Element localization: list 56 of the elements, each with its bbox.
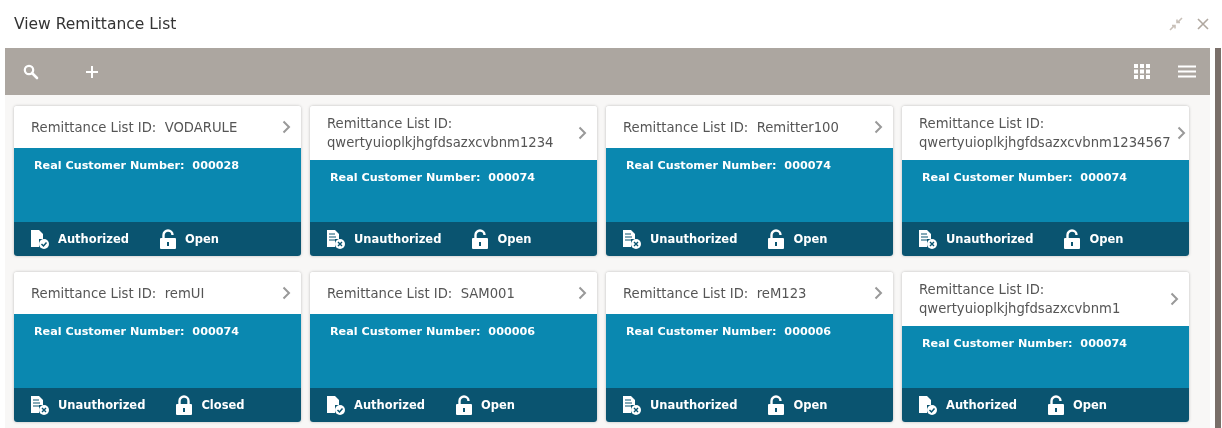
auth-status: Unauthorized [650, 398, 738, 412]
remittance-card[interactable]: Remittance List ID: qwertyuioplkjhgfdsazxcvbnm1234 Real Customer Number: 000074 Unauthorized Open [310, 106, 597, 256]
lock-status: Open [185, 232, 219, 246]
remittance-id: Remittance List ID: qwertyuioplkjhgfdsazxcvbnm1234 [327, 115, 555, 152]
customer-number: Real Customer Number: 000074 [922, 171, 1128, 184]
chevron-right-icon[interactable] [874, 286, 883, 300]
chevron-right-icon[interactable] [578, 286, 587, 300]
lock-status: Closed [201, 398, 245, 412]
auth-status: Unauthorized [946, 232, 1034, 246]
auth-status: Unauthorized [58, 398, 146, 412]
remittance-card[interactable]: Remittance List ID: remUI Real Customer Number: 000074 Unauthorized Closed [14, 272, 301, 422]
remittance-id: Remittance List ID: qwertyuioplkjhgfdsazxcvbnm1234567 [919, 115, 1171, 152]
search-icon[interactable] [23, 63, 39, 80]
chevron-right-icon[interactable] [282, 286, 291, 300]
remittance-id: Remittance List ID: remUI [31, 284, 206, 303]
remittance-card[interactable]: Remittance List ID: VODARULE Real Customer Number: 000028 Authorized Open [14, 106, 301, 256]
lock-status: Open [497, 232, 532, 246]
customer-number: Real Customer Number: 000006 [626, 325, 832, 338]
chevron-right-icon[interactable] [1170, 292, 1179, 306]
remittance-card[interactable]: Remittance List ID: qwertyuioplkjhgfdsazxcvbnm1234567 Real Customer Number: 000074 Unauthorized Open [902, 106, 1189, 256]
auth-status: Authorized [58, 232, 129, 246]
window-title: View Remittance List [14, 15, 178, 33]
auth-status: Unauthorized [650, 232, 738, 246]
lock-status: Open [793, 232, 828, 246]
remittance-id: Remittance List ID: reM123 [623, 284, 808, 303]
scrollbar[interactable] [1215, 48, 1221, 428]
auth-status: Unauthorized [354, 232, 442, 246]
chevron-right-icon[interactable] [874, 120, 883, 134]
customer-number: Real Customer Number: 000006 [330, 325, 536, 338]
remittance-id: Remittance List ID: SAM001 [327, 284, 516, 303]
remittance-card[interactable]: Remittance List ID: qwertyuioplkjhgfdsazxcvbnm1 Real Customer Number: 000074 Authorized Open [902, 272, 1189, 422]
customer-number: Real Customer Number: 000028 [34, 159, 240, 172]
customer-number: Real Customer Number: 000074 [330, 171, 536, 184]
customer-number: Real Customer Number: 000074 [34, 325, 240, 338]
remittance-card[interactable]: Remittance List ID: SAM001 Real Customer Number: 000006 Authorized Open [310, 272, 597, 422]
lock-status: Open [793, 398, 828, 412]
remittance-id: Remittance List ID: qwertyuioplkjhgfdsazxcvbnm1 [919, 281, 1122, 318]
lock-status: Open [481, 398, 515, 412]
minimize-icon[interactable] [1169, 17, 1183, 31]
auth-status: Authorized [354, 398, 425, 412]
customer-number: Real Customer Number: 000074 [626, 159, 832, 172]
chevron-right-icon[interactable] [578, 126, 587, 140]
customer-number: Real Customer Number: 000074 [922, 337, 1128, 350]
list-view-icon[interactable] [1178, 65, 1196, 78]
remittance-id: Remittance List ID: VODARULE [31, 118, 239, 137]
auth-status: Authorized [946, 398, 1017, 412]
remittance-id: Remittance List ID: Remitter100 [623, 118, 840, 137]
remittance-card[interactable]: Remittance List ID: reM123 Real Customer Number: 000006 Unauthorized Open [606, 272, 893, 422]
chevron-right-icon[interactable] [282, 120, 291, 134]
grid-view-icon[interactable] [1134, 64, 1150, 79]
close-icon[interactable] [1197, 18, 1209, 30]
remittance-card[interactable]: Remittance List ID: Remitter100 Real Customer Number: 000074 Unauthorized Open [606, 106, 893, 256]
lock-status: Open [1089, 232, 1124, 246]
chevron-right-icon[interactable] [1176, 126, 1186, 140]
lock-status: Open [1073, 398, 1107, 412]
plus-icon[interactable] [85, 64, 99, 79]
